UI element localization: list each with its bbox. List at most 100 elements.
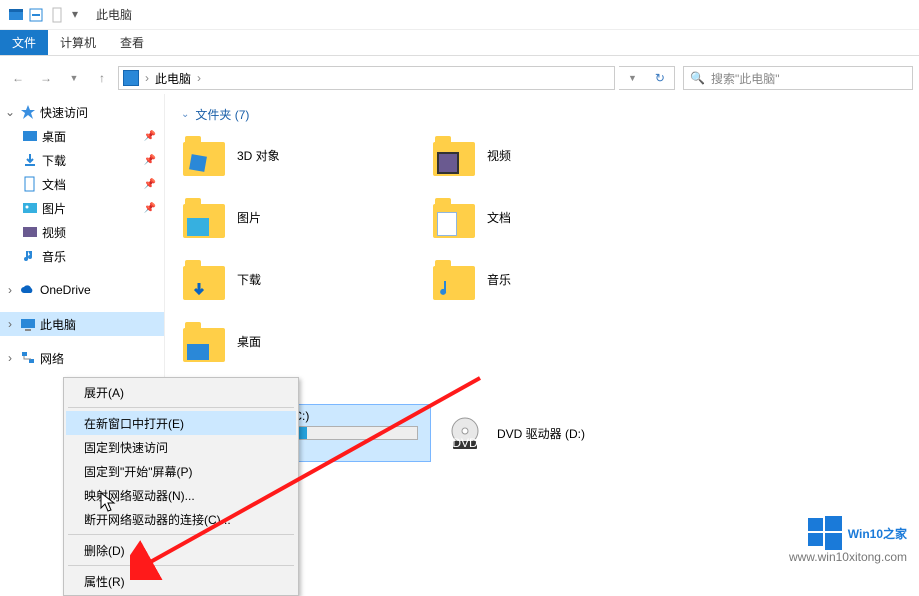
title-bar: ▾ 此电脑	[0, 0, 919, 30]
address-tools: ▼ ↻	[619, 66, 675, 90]
folder-icon	[183, 196, 225, 238]
ctx-properties[interactable]: 属性(R)	[66, 569, 296, 593]
ctx-open-new-window[interactable]: 在新窗口中打开(E)	[66, 411, 296, 435]
dropdown-icon[interactable]: ▼	[628, 73, 637, 83]
folder-icon	[433, 134, 475, 176]
folder-icon	[433, 258, 475, 300]
sidebar-label: OneDrive	[40, 283, 91, 297]
folder-icon	[183, 134, 225, 176]
chevron-down-icon: ⌄	[181, 109, 189, 120]
folder-downloads[interactable]: 下载	[181, 251, 421, 307]
pictures-icon	[22, 200, 38, 216]
sidebar-label: 此电脑	[40, 316, 76, 333]
group-title: 文件夹 (7)	[195, 106, 249, 123]
ctx-pin-start[interactable]: 固定到"开始"屏幕(P)	[66, 459, 296, 483]
address-location: 此电脑	[155, 70, 191, 87]
chevron-right-icon: ›	[145, 71, 149, 85]
pin-icon: 📌	[144, 131, 156, 142]
ribbon-tabs: 文件 计算机 查看	[0, 30, 919, 56]
folder-label: 3D 对象	[237, 147, 280, 164]
sidebar-item-label: 桌面	[42, 128, 66, 145]
address-bar: ← → ▼ ↑ › 此电脑 › ▼ ↻ 🔍 搜索"此电脑"	[0, 62, 919, 94]
sidebar-item-label: 视频	[42, 224, 66, 241]
sidebar-this-pc[interactable]: › 此电脑	[0, 312, 164, 336]
forward-button[interactable]: →	[34, 66, 58, 90]
folder-documents[interactable]: 文档	[431, 189, 671, 245]
sidebar-onedrive[interactable]: › OneDrive	[0, 278, 164, 302]
back-button[interactable]: ←	[6, 66, 30, 90]
search-icon: 🔍	[690, 71, 705, 85]
ctx-disconnect-network-drive[interactable]: 断开网络驱动器的连接(C)...	[66, 507, 296, 531]
ctx-expand[interactable]: 展开(A)	[66, 380, 296, 404]
drive-label: DVD 驱动器 (D:)	[497, 425, 689, 442]
ctx-pin-quick-access[interactable]: 固定到快速访问	[66, 435, 296, 459]
recent-dropdown[interactable]: ▼	[62, 66, 86, 90]
sidebar-item-pictures[interactable]: 图片 📌	[0, 196, 164, 220]
sidebar-label: 网络	[40, 350, 64, 367]
star-icon	[20, 104, 36, 120]
sidebar-item-desktop[interactable]: 桌面 📌	[0, 124, 164, 148]
refresh-icon[interactable]: ↻	[655, 71, 665, 85]
folder-label: 音乐	[487, 271, 511, 288]
address-field[interactable]: › 此电脑 ›	[118, 66, 615, 90]
desktop-icon	[22, 128, 38, 144]
separator	[68, 534, 294, 535]
watermark: Win10之家 www.win10xitong.com	[789, 516, 907, 564]
documents-icon	[22, 176, 38, 192]
sidebar-item-downloads[interactable]: 下载 📌	[0, 148, 164, 172]
this-pc-icon	[20, 316, 36, 332]
pin-icon: 📌	[144, 203, 156, 214]
sidebar-network[interactable]: › 网络	[0, 346, 164, 370]
expand-icon[interactable]: ›	[4, 317, 16, 331]
sidebar-quick-access[interactable]: ⌄ 快速访问	[0, 100, 164, 124]
qat-dropdown-icon[interactable]: ▾	[72, 7, 88, 23]
ctx-map-network-drive[interactable]: 映射网络驱动器(N)...	[66, 483, 296, 507]
folder-pictures[interactable]: 图片	[181, 189, 421, 245]
sidebar-item-label: 文档	[42, 176, 66, 193]
folder-label: 视频	[487, 147, 511, 164]
expand-icon[interactable]: ›	[4, 351, 16, 365]
collapse-icon[interactable]: ⌄	[4, 105, 16, 119]
watermark-title: Win10之家	[848, 525, 907, 542]
ctx-delete[interactable]: 删除(D)	[66, 538, 296, 562]
this-pc-icon	[123, 70, 139, 86]
sidebar-item-label: 图片	[42, 200, 66, 217]
folder-desktop[interactable]: 桌面	[181, 313, 421, 369]
system-icon	[8, 7, 24, 23]
network-icon	[20, 350, 36, 366]
sidebar-item-label: 音乐	[42, 248, 66, 265]
folder-icon	[183, 258, 225, 300]
tab-view[interactable]: 查看	[108, 30, 156, 55]
folder-label: 图片	[237, 209, 261, 226]
search-box[interactable]: 🔍 搜索"此电脑"	[683, 66, 913, 90]
search-placeholder: 搜索"此电脑"	[711, 70, 780, 87]
window-title: 此电脑	[96, 6, 132, 23]
folders-group: 3D 对象 视频 图片 文档 下	[181, 127, 903, 369]
sidebar-item-documents[interactable]: 文档 📌	[0, 172, 164, 196]
windows-logo-icon	[808, 516, 842, 550]
expand-icon[interactable]: ›	[4, 283, 16, 297]
folder-music[interactable]: 音乐	[431, 251, 671, 307]
qat-new-icon[interactable]	[50, 7, 66, 23]
sidebar-item-music[interactable]: 音乐	[0, 244, 164, 268]
group-header-folders[interactable]: ⌄ 文件夹 (7)	[181, 102, 903, 127]
separator	[68, 565, 294, 566]
sidebar-item-label: 下载	[42, 152, 66, 169]
downloads-icon	[22, 152, 38, 168]
tab-file[interactable]: 文件	[0, 30, 48, 55]
up-button[interactable]: ↑	[90, 66, 114, 90]
folder-3d-objects[interactable]: 3D 对象	[181, 127, 421, 183]
cloud-icon	[20, 282, 36, 298]
pin-icon: 📌	[144, 155, 156, 166]
music-icon	[22, 248, 38, 264]
chevron-right-icon[interactable]: ›	[197, 71, 201, 85]
qat-properties-icon[interactable]	[28, 7, 44, 23]
folder-icon	[183, 320, 225, 362]
drive-dvd-d[interactable]: DVD DVD 驱动器 (D:)	[441, 404, 691, 462]
folder-icon	[433, 196, 475, 238]
quick-access-toolbar: ▾	[28, 7, 88, 23]
folder-videos[interactable]: 视频	[431, 127, 671, 183]
sidebar-item-videos[interactable]: 视频	[0, 220, 164, 244]
watermark-url: www.win10xitong.com	[789, 550, 907, 564]
tab-computer[interactable]: 计算机	[48, 30, 108, 55]
